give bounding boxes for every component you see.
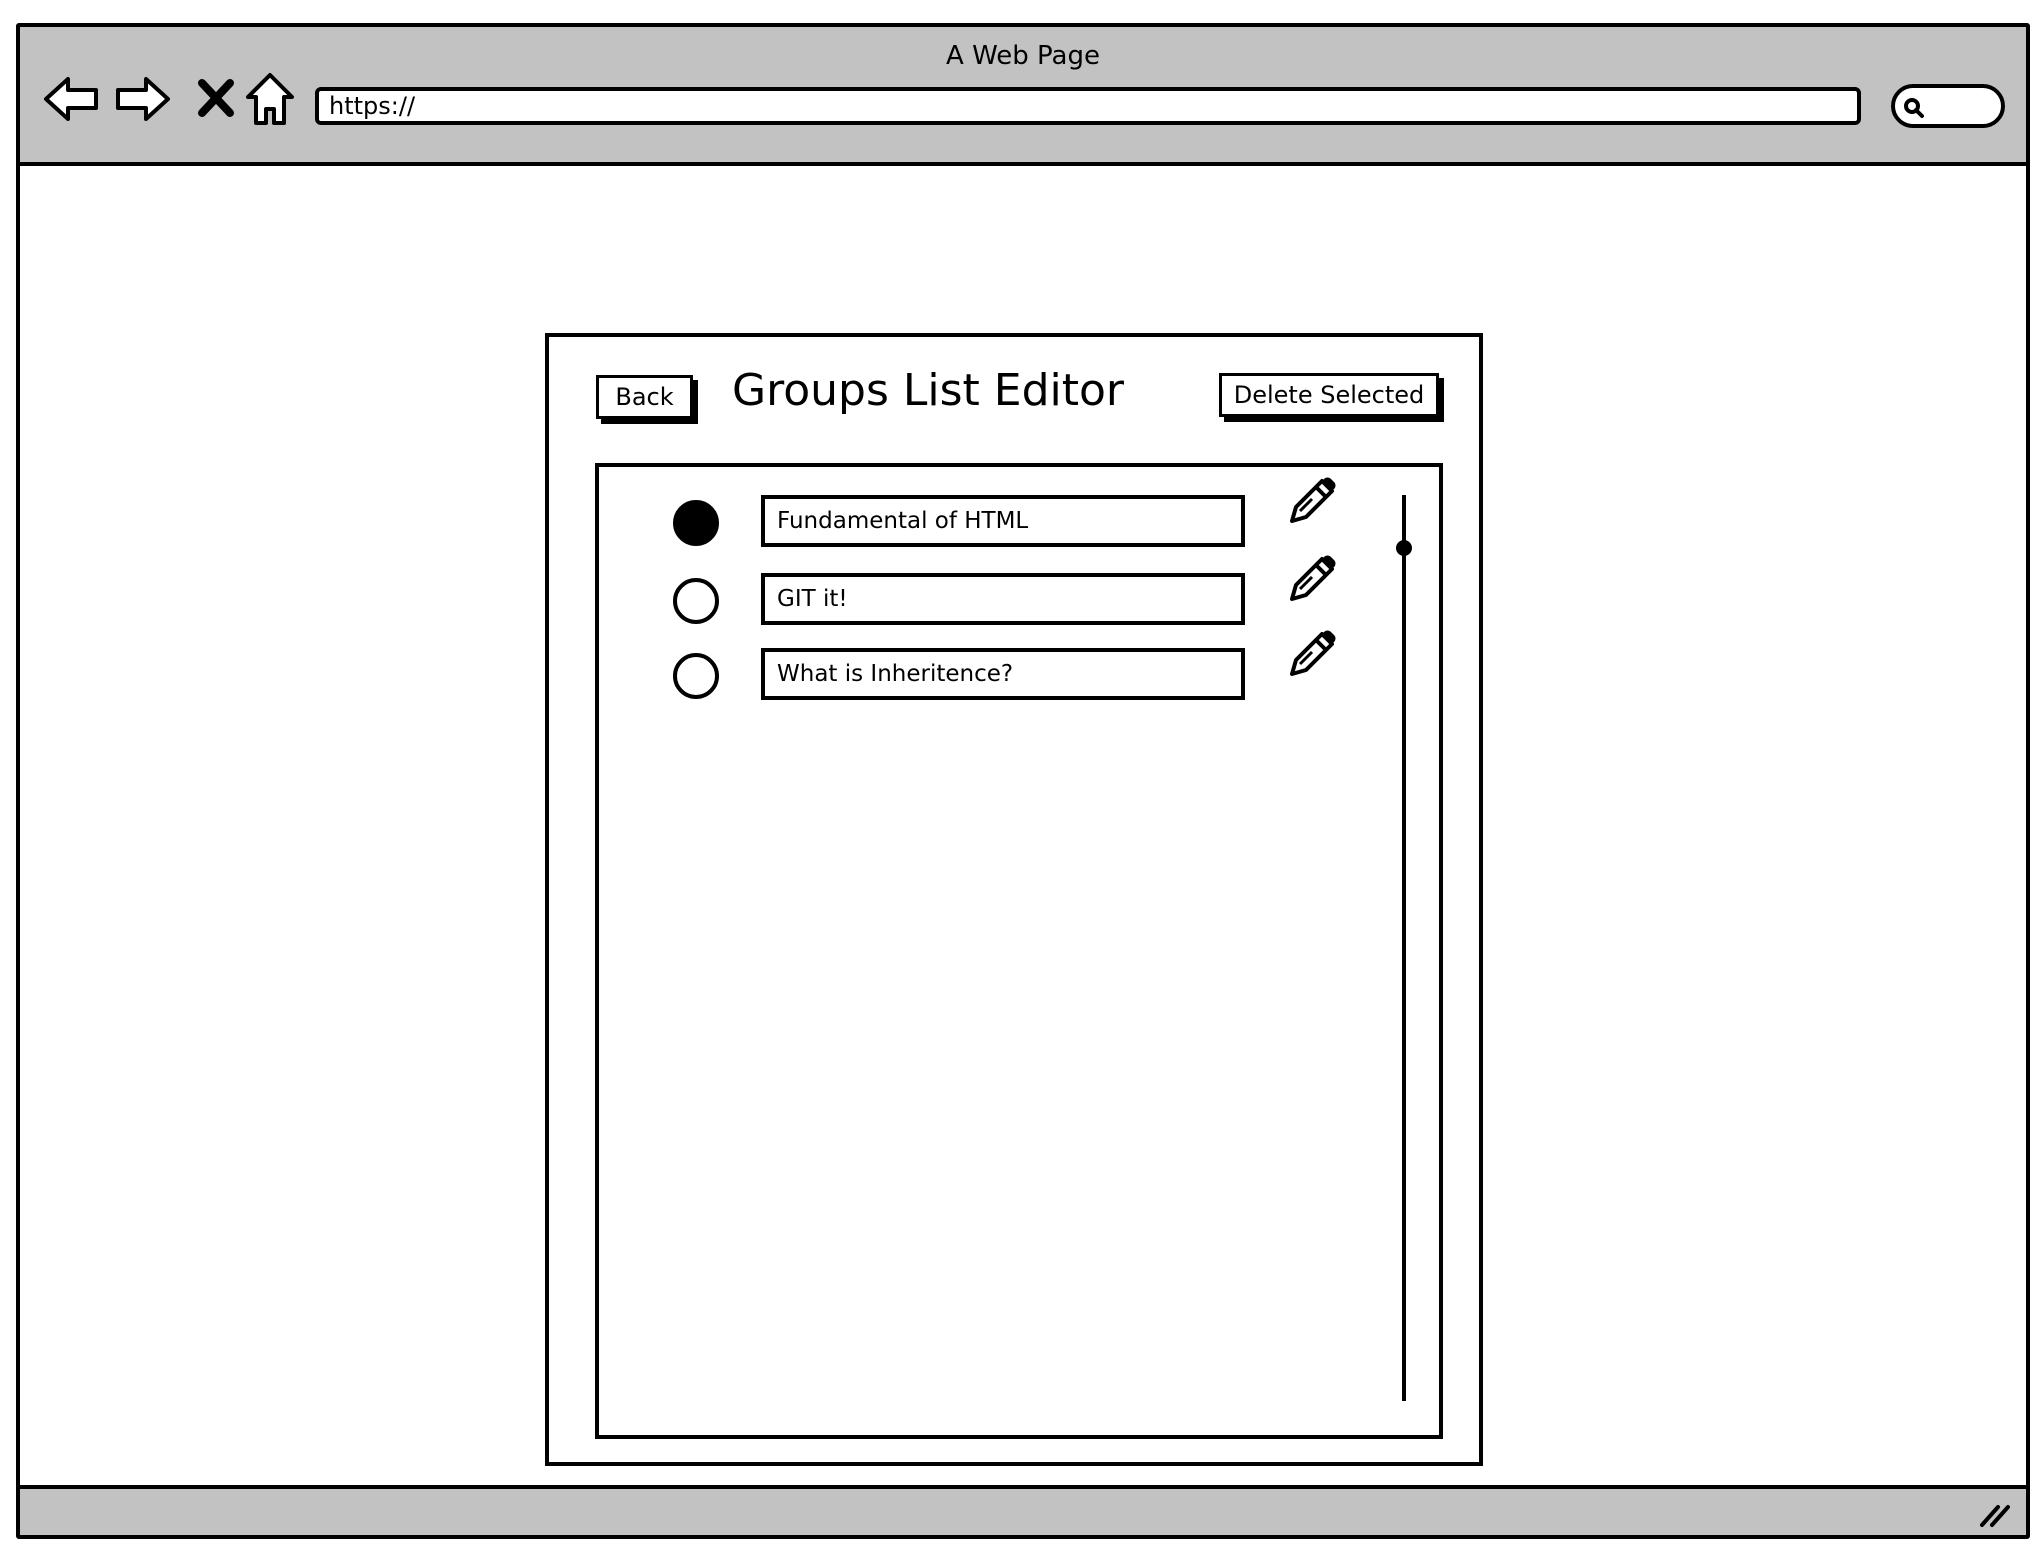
list-item: Fundamental of HTML [599, 477, 1359, 549]
back-button[interactable]: Back [596, 375, 693, 419]
radio-button[interactable] [673, 653, 719, 699]
browser-window: A Web Page Back Groups List Editor Delet [16, 23, 2030, 1539]
browser-titlebar: A Web Page [20, 27, 2026, 166]
scrollbar-track[interactable] [1402, 495, 1406, 1401]
browser-search-box[interactable] [1891, 84, 2005, 128]
radio-button[interactable] [673, 578, 719, 624]
delete-selected-button[interactable]: Delete Selected [1219, 373, 1439, 417]
item-name-field[interactable]: Fundamental of HTML [761, 495, 1245, 547]
list-item: What is Inheritence? [599, 630, 1359, 702]
pencil-icon[interactable] [1284, 551, 1340, 607]
groups-list: Fundamental of HTML GIT it! What is Inhe… [595, 463, 1443, 1439]
search-icon [1904, 98, 1924, 118]
close-x-icon[interactable] [186, 69, 246, 129]
home-icon[interactable] [240, 69, 300, 129]
page-title: Groups List Editor [732, 365, 1124, 416]
forward-arrow-icon[interactable] [112, 69, 172, 129]
resize-grip-icon[interactable] [1976, 1499, 2012, 1529]
radio-button-selected[interactable] [673, 500, 719, 546]
item-name-field[interactable]: GIT it! [761, 573, 1245, 625]
pencil-icon[interactable] [1284, 626, 1340, 682]
item-name-field[interactable]: What is Inheritence? [761, 648, 1245, 700]
back-arrow-icon[interactable] [42, 69, 102, 129]
address-bar[interactable] [315, 87, 1861, 125]
list-item: GIT it! [599, 555, 1359, 627]
scrollbar-thumb[interactable] [1396, 540, 1412, 556]
pencil-icon[interactable] [1284, 473, 1340, 529]
window-title: A Web Page [946, 41, 1100, 71]
browser-statusbar [20, 1485, 2026, 1535]
groups-list-editor-dialog: Back Groups List Editor Delete Selected … [545, 333, 1483, 1466]
